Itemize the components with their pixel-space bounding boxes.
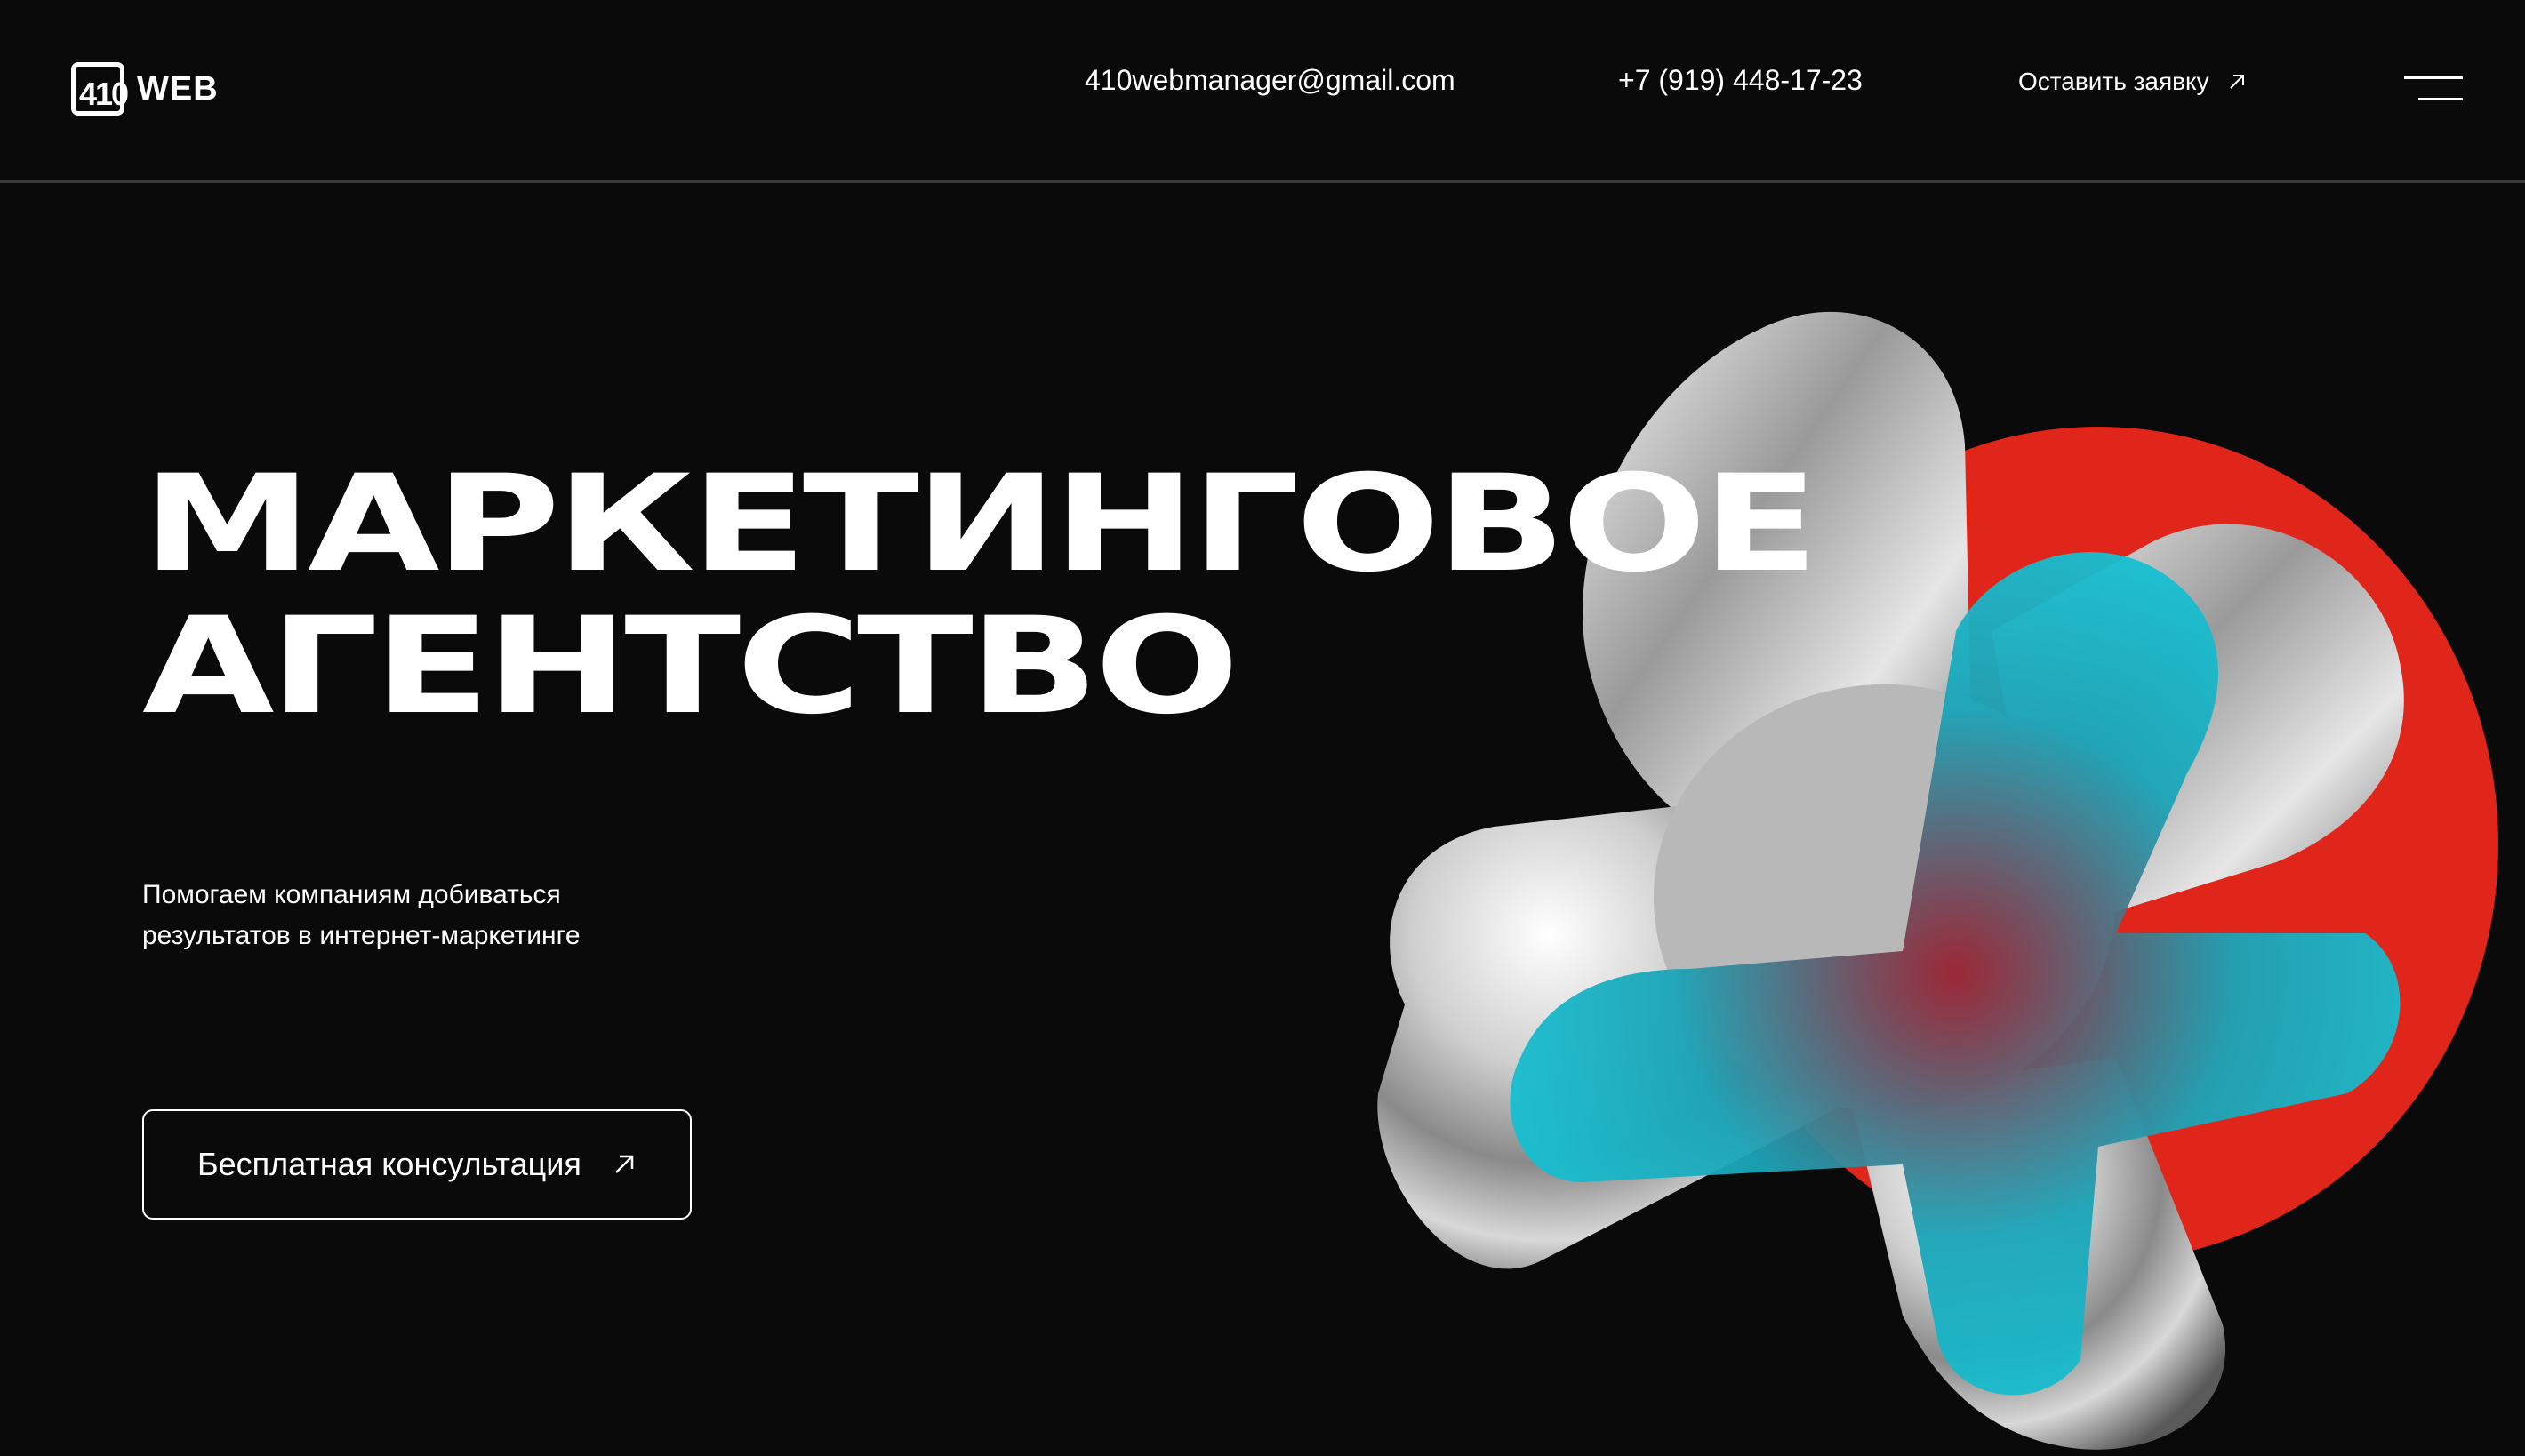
email-link[interactable]: 410webmanager@gmail.com xyxy=(1085,64,1455,97)
request-link[interactable]: Оставить заявку xyxy=(2018,68,2247,96)
site-header: 410 WEB 410webmanager@gmail.com +7 (919)… xyxy=(0,0,2525,183)
arrow-up-right-icon xyxy=(2229,75,2244,89)
free-consultation-button[interactable]: Бесплатная консультация xyxy=(142,1109,692,1220)
hero-title-line1: МАРКЕТИНГОВОЕ xyxy=(142,447,1819,602)
menu-icon[interactable] xyxy=(2404,76,2463,101)
hero-subtitle: Помогаем компаниям добиваться результато… xyxy=(142,875,693,956)
logo-box: 410 xyxy=(71,62,129,116)
phone-link[interactable]: +7 (919) 448-17-23 xyxy=(1618,64,1863,97)
menu-icon-line xyxy=(2404,76,2463,79)
hero-subtitle-line1: Помогаем компаниям добиваться xyxy=(142,880,561,909)
logo-word: WEB xyxy=(137,69,219,108)
hero-title: МАРКЕТИНГОВОЕ АГЕНТСТВО xyxy=(142,447,1819,744)
logo[interactable]: 410 WEB xyxy=(71,59,219,119)
hero-title-line2: АГЕНТСТВО xyxy=(142,589,1239,744)
logo-number: 410 xyxy=(79,76,129,112)
free-consultation-label: Бесплатная консультация xyxy=(197,1146,581,1182)
menu-icon-line xyxy=(2418,98,2463,100)
request-link-label: Оставить заявку xyxy=(2018,68,2209,95)
hero-subtitle-line2: результатов в интернет-маркетинге xyxy=(142,921,581,950)
landing-page: 410 WEB 410webmanager@gmail.com +7 (919)… xyxy=(0,0,2525,1456)
arrow-up-right-icon xyxy=(614,1155,634,1173)
